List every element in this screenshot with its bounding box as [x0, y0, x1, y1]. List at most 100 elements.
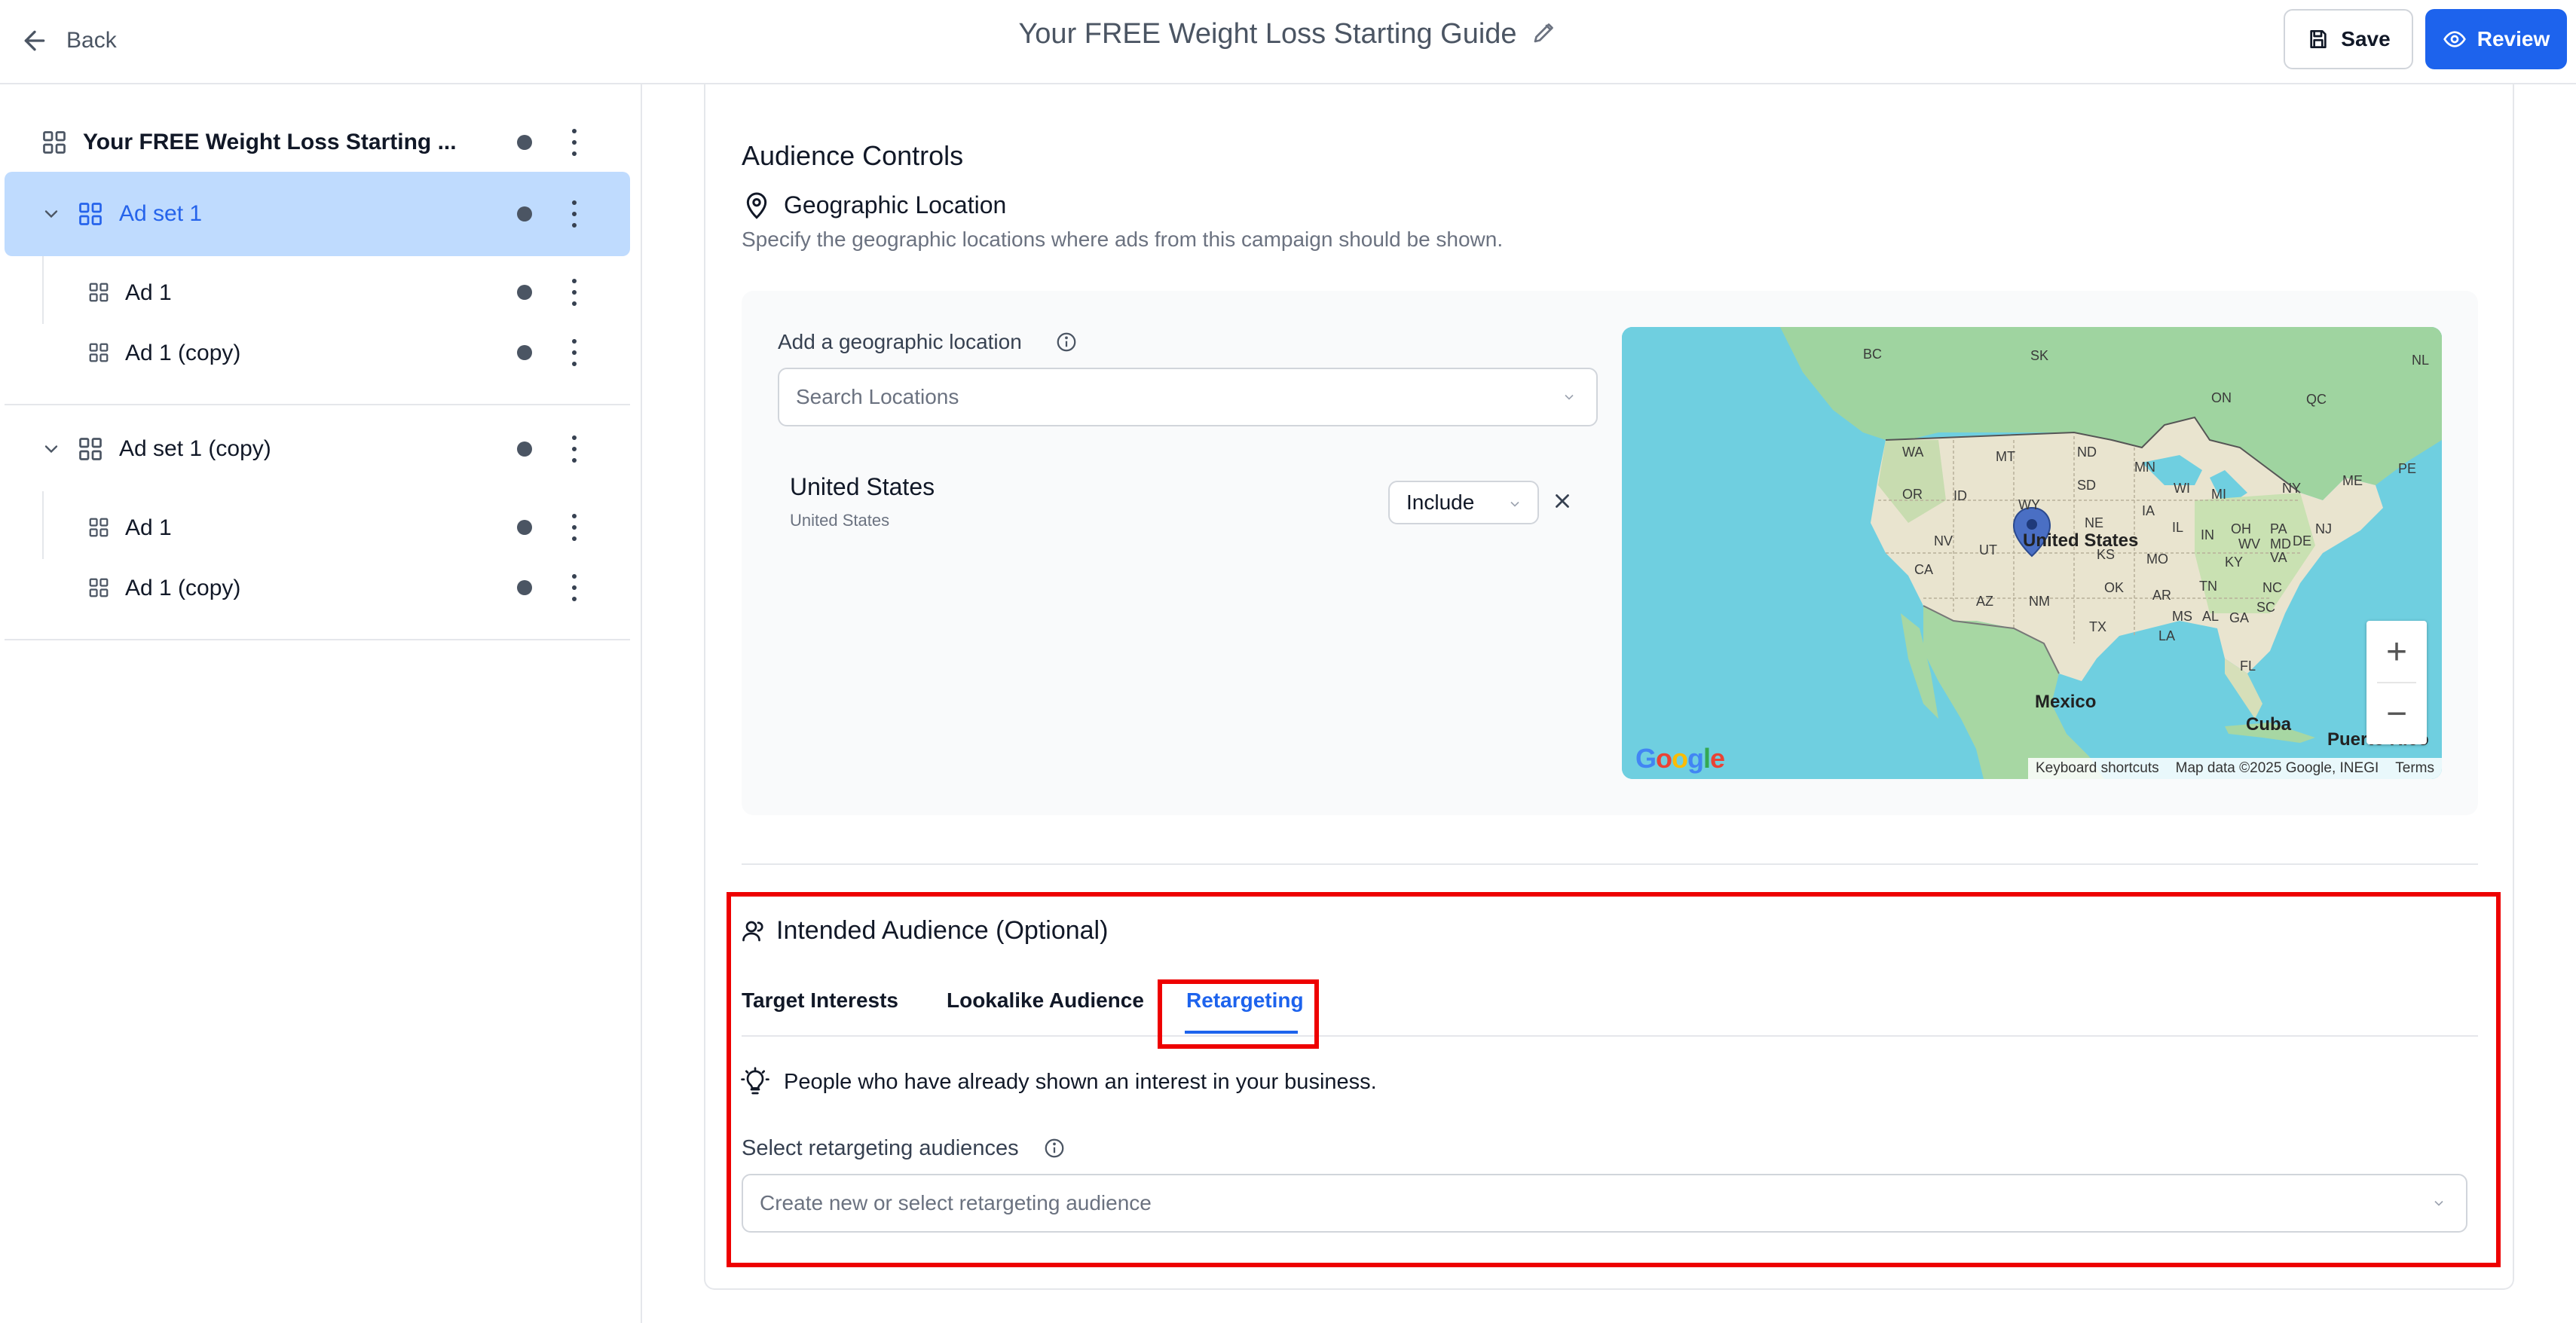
- terms-link[interactable]: Terms: [2395, 760, 2434, 777]
- map-label-pa: PA: [2270, 521, 2287, 536]
- more-options-icon[interactable]: [570, 435, 579, 463]
- map-label-ar: AR: [2152, 588, 2172, 603]
- zoom-in-button[interactable]: +: [2366, 621, 2427, 683]
- map-label-ky: KY: [2225, 555, 2244, 570]
- tree-item-ad[interactable]: Ad 1 (copy): [5, 328, 630, 377]
- map-data-text: Map data ©2025 Google, INEGI: [2175, 760, 2379, 776]
- tree-item-ad[interactable]: Ad 1 (copy): [5, 564, 630, 612]
- map-label-sc: SC: [2256, 600, 2276, 615]
- map-label-ut: UT: [1979, 542, 1997, 558]
- map-label-oh: OH: [2231, 521, 2251, 536]
- map-label-mo: MO: [2146, 552, 2168, 567]
- grid-icon: [89, 578, 109, 597]
- tree-item-ad[interactable]: Ad 1: [5, 268, 630, 316]
- map-label-in: IN: [2201, 527, 2214, 542]
- map-attribution: Keyboard shortcuts Map data ©2025 Google…: [2027, 758, 2442, 779]
- status-dot: [517, 206, 532, 222]
- map-label-ms: MS: [2172, 609, 2192, 624]
- grid-icon: [89, 518, 109, 537]
- map-label-or: OR: [1902, 487, 1923, 502]
- lightbulb-icon: [741, 1067, 769, 1095]
- grid-icon: [79, 203, 102, 225]
- map-label-wv: WV: [2238, 536, 2260, 552]
- zoom-out-button[interactable]: −: [2366, 683, 2427, 744]
- map-label-mt: MT: [1996, 449, 2015, 464]
- map-pin-icon: [746, 192, 767, 219]
- info-icon[interactable]: [1043, 1137, 1066, 1160]
- map-label-la: LA: [2158, 628, 2176, 643]
- map-label-cuba: Cuba: [2246, 714, 2291, 735]
- status-dot: [517, 135, 532, 150]
- page-title: Your FREE Weight Loss Starting Guide: [1018, 18, 1517, 50]
- review-button[interactable]: Review: [2425, 9, 2567, 69]
- save-button[interactable]: Save: [2284, 9, 2413, 69]
- pencil-icon[interactable]: [1531, 19, 1558, 50]
- map-label-sd: SD: [2077, 478, 2097, 493]
- chevron-down-icon[interactable]: [41, 203, 62, 225]
- retargeting-select-placeholder: Create new or select retargeting audienc…: [760, 1191, 1152, 1215]
- status-dot: [517, 580, 532, 595]
- chevron-down-icon[interactable]: [41, 438, 62, 460]
- retargeting-select-label: Select retargeting audiences: [742, 1136, 1019, 1160]
- map-label-fl: FL: [2240, 658, 2256, 674]
- more-options-icon[interactable]: [570, 514, 579, 541]
- tree-item-ad-set-1[interactable]: Ad set 1: [5, 172, 630, 256]
- location-map[interactable]: BC SK NL ON QC WA MT ND MN OR ID SD WY W…: [1622, 327, 2442, 779]
- tab-target-interests[interactable]: Target Interests: [742, 988, 898, 1013]
- audience-controls-title: Audience Controls: [742, 140, 964, 171]
- map-label-ny: NY: [2282, 481, 2302, 496]
- tree-item-label: Ad 1: [125, 280, 172, 305]
- map-label-wa: WA: [1902, 445, 1924, 460]
- tabs-divider: [742, 1035, 2478, 1037]
- map-label-ia: IA: [2142, 503, 2155, 518]
- search-locations-placeholder: Search Locations: [796, 385, 959, 408]
- add-location-label: Add a geographic location: [778, 330, 1022, 353]
- tree-item-campaign[interactable]: Your FREE Weight Loss Starting ...: [5, 118, 630, 167]
- google-logo: Google: [1635, 743, 1725, 774]
- map-label-id: ID: [1953, 488, 1967, 503]
- location-subtitle: United States: [790, 511, 890, 530]
- tree-item-ad[interactable]: Ad 1: [5, 503, 630, 552]
- location-name: United States: [790, 473, 935, 500]
- top-bar: Back Your FREE Weight Loss Starting Guid…: [0, 0, 2576, 84]
- map-label-sk: SK: [2030, 348, 2049, 363]
- info-icon[interactable]: [1055, 331, 1078, 353]
- chevron-down-icon: [1510, 501, 1519, 507]
- map-label-nv: NV: [1934, 533, 1953, 548]
- chevron-down-icon: [2434, 1200, 2443, 1206]
- tab-lookalike-audience[interactable]: Lookalike Audience: [947, 988, 1144, 1013]
- map-label-wi: WI: [2174, 481, 2190, 496]
- grid-icon: [43, 131, 66, 154]
- tree-item-label: Ad 1: [125, 515, 172, 540]
- divider: [5, 639, 630, 640]
- more-options-icon[interactable]: [570, 339, 579, 366]
- chevron-down-icon: [1565, 394, 1574, 400]
- more-options-icon[interactable]: [570, 200, 579, 228]
- map-label-ca: CA: [1914, 562, 1934, 577]
- tree-item-label: Ad 1 (copy): [125, 576, 241, 600]
- tree-item-ad-set-1-copy[interactable]: Ad set 1 (copy): [5, 407, 630, 491]
- more-options-icon[interactable]: [570, 574, 579, 601]
- map-label-wy: WY: [2018, 497, 2040, 512]
- close-icon[interactable]: [1551, 490, 1574, 512]
- search-locations-input[interactable]: Search Locations: [778, 368, 1598, 426]
- include-exclude-select[interactable]: Include: [1388, 481, 1539, 524]
- map-label-ne: NE: [2085, 515, 2104, 530]
- review-label: Review: [2477, 27, 2550, 50]
- keyboard-shortcuts-link[interactable]: Keyboard shortcuts: [2036, 760, 2159, 777]
- tree-item-label: Your FREE Weight Loss Starting ...: [83, 130, 457, 154]
- retargeting-info-text: People who have already shown an interes…: [784, 1070, 1377, 1094]
- map-label-nl: NL: [2412, 353, 2430, 368]
- retargeting-audience-select[interactable]: Create new or select retargeting audienc…: [742, 1174, 2467, 1233]
- map-label-qc: QC: [2306, 392, 2327, 407]
- grid-icon: [89, 283, 109, 302]
- map-zoom-controls: + −: [2366, 621, 2427, 744]
- save-icon: [2310, 30, 2327, 48]
- map-label-az: AZ: [1976, 594, 1994, 609]
- divider: [5, 404, 630, 405]
- map-label-ga: GA: [2229, 610, 2250, 625]
- more-options-icon[interactable]: [570, 279, 579, 306]
- map-label-on: ON: [2211, 390, 2232, 405]
- section-divider: [742, 863, 2478, 865]
- more-options-icon[interactable]: [570, 129, 579, 156]
